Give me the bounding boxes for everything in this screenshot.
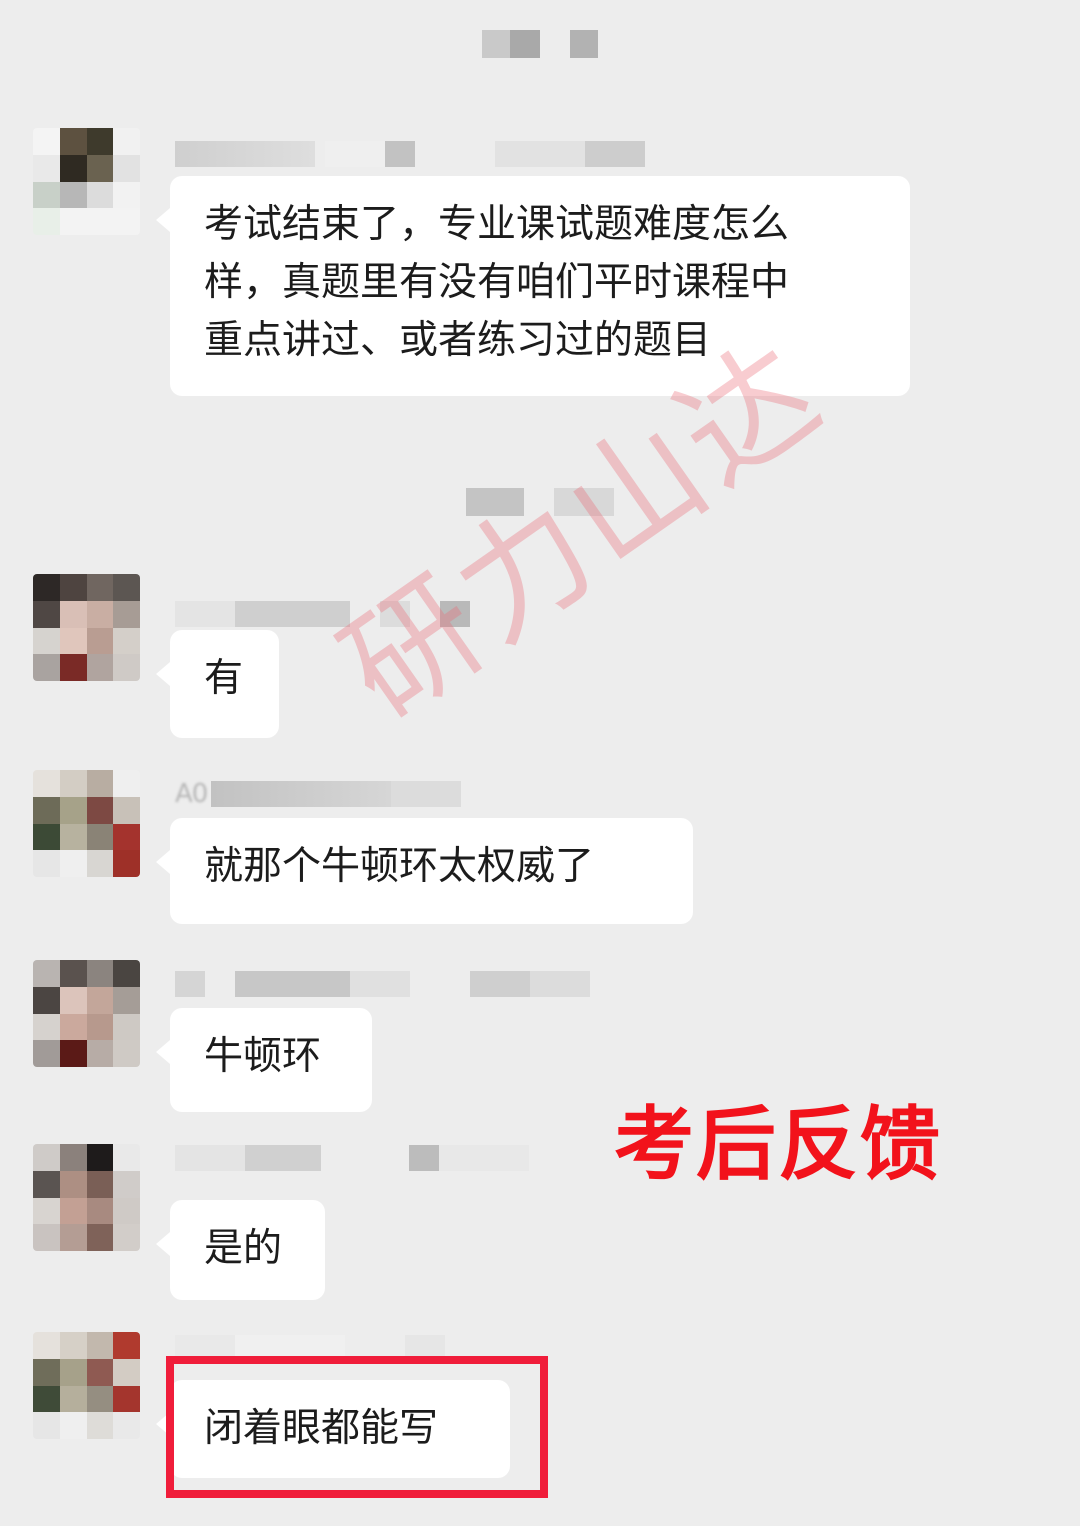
message-bubble[interactable]: 就那个牛顿环太权威了 [156, 818, 693, 924]
message-bubble[interactable]: 考试结束了，专业课试题难度怎么 样，真题里有没有咱们平时课程中 重点讲过、或者练… [156, 176, 910, 396]
highlight-frame [166, 1356, 548, 1498]
message-text: 就那个牛顿环太权威了 [204, 844, 595, 889]
message-text: 是的 [204, 1226, 283, 1271]
message-text: 牛顿环 [204, 1034, 322, 1079]
overlay-label: 考后反馈 [614, 1098, 942, 1191]
message-bubble[interactable]: 是的 [156, 1200, 325, 1300]
message-bubble[interactable]: 有 [156, 630, 279, 738]
message-text: 有 [204, 656, 244, 701]
sender-name [175, 140, 645, 168]
sender-name-text: A0 [175, 779, 208, 809]
avatar[interactable] [33, 1144, 140, 1251]
avatar[interactable] [33, 128, 140, 235]
avatar[interactable] [33, 574, 140, 681]
sender-name [175, 970, 590, 998]
avatar[interactable] [33, 960, 140, 1067]
timestamp [0, 30, 1080, 58]
avatar[interactable] [33, 770, 140, 877]
sender-name: A0 [175, 779, 462, 809]
message-bubble[interactable]: 牛顿环 [156, 1008, 372, 1112]
avatar[interactable] [33, 1332, 140, 1439]
sender-name [175, 1144, 529, 1172]
